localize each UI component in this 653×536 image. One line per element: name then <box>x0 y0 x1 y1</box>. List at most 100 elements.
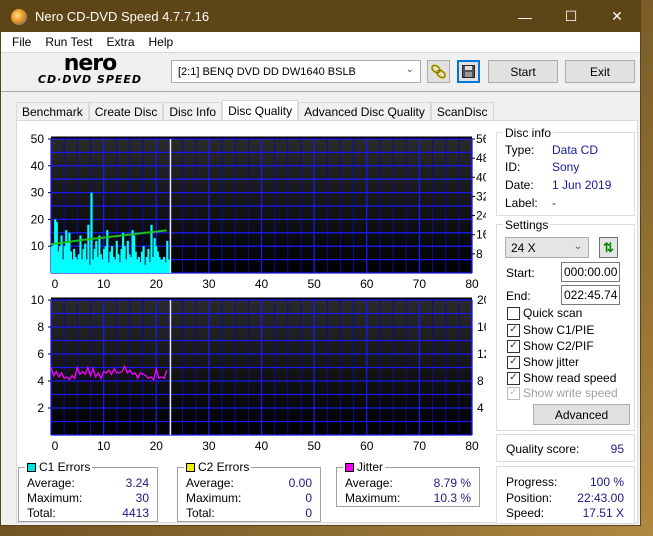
end-time-input[interactable]: 022:45.74 <box>561 285 620 305</box>
menu-help[interactable]: Help <box>142 35 181 49</box>
tab-benchmark[interactable]: Benchmark <box>16 102 89 121</box>
checkbox-label: Show C2/PIF <box>523 339 594 353</box>
c2-errors-title: C2 Errors <box>184 460 252 474</box>
start-button[interactable]: Start <box>488 60 558 83</box>
drive-config-button[interactable] <box>427 60 450 83</box>
toolbar: nero CD·DVD SPEED [2:1] BENQ DVD DD DW16… <box>1 52 640 92</box>
jitter-chart-y2-tick-label: 16 <box>477 320 486 334</box>
disc-label-label: Label: <box>505 196 538 210</box>
disc-id-label: ID: <box>505 160 521 174</box>
tab-create-disc[interactable]: Create Disc <box>88 102 164 121</box>
checkmark-icon[interactable]: ✓ <box>507 323 520 337</box>
jitter-average-value: 8.79 % <box>433 476 471 490</box>
checkbox-box[interactable] <box>507 306 520 320</box>
c1-chart-y-tick-label: 30 <box>31 186 45 200</box>
tab-disc-quality[interactable]: Disc Quality <box>222 100 299 121</box>
chain-link-icon <box>430 64 447 79</box>
checkmark-icon[interactable]: ✓ <box>507 355 520 369</box>
jitter-chart-y2-tick-label: 4 <box>477 401 484 415</box>
advanced-button[interactable]: Advanced <box>533 404 630 425</box>
jitter-chart-y2-tick-label: 12 <box>477 347 486 361</box>
checkmark-icon[interactable]: ✓ <box>507 339 520 353</box>
disc-type-value: Data CD <box>552 143 599 157</box>
c1-chart-y2-tick-label: 16 <box>476 228 486 242</box>
jitter-color-swatch <box>345 462 354 472</box>
c1-chart-y-tick-label: 10 <box>31 239 45 253</box>
c1-maximum-value: 30 <box>135 491 149 505</box>
c1-errors-title: C1 Errors <box>25 460 93 474</box>
show-jitter-checkbox[interactable]: ✓ Show jitter <box>507 355 579 369</box>
jitter-chart-x-tick-label: 80 <box>465 439 479 453</box>
jitter-chart-x-tick-label: 30 <box>202 439 216 453</box>
disc-date-label: Date: <box>505 178 534 192</box>
c1-chart-x-tick-label: 10 <box>97 277 111 291</box>
logo-sub-text: CD·DVD SPEED <box>37 73 143 86</box>
checkbox-label: Quick scan <box>523 306 583 320</box>
jitter-chart-y2-tick-label: 8 <box>477 374 484 388</box>
floppy-disk-icon <box>462 65 475 78</box>
c1-errors-group: C1 Errors Average: 3.24 Maximum: 30 Total:… <box>18 460 158 522</box>
c1-title-text: C1 Errors <box>39 460 91 474</box>
start-time-input[interactable]: 000:00.00 <box>561 262 620 282</box>
menu-file[interactable]: File <box>5 35 38 49</box>
position-value: 22:43.00 <box>577 491 624 505</box>
show-read-speed-checkbox[interactable]: ✓ Show read speed <box>507 371 616 385</box>
save-button[interactable] <box>457 60 480 83</box>
c1-chart-y-tick-label: 40 <box>31 159 45 173</box>
jitter-chart-x-tick-label: 40 <box>255 439 269 453</box>
c2-total-label: Total: <box>186 506 215 520</box>
refresh-icon: ⇅ <box>603 239 614 255</box>
c1-chart-y2-tick-label: 40 <box>476 170 486 184</box>
checkmark-icon: ✓ <box>507 386 520 400</box>
refresh-button[interactable]: ⇅ <box>599 237 618 258</box>
jitter-average-label: Average: <box>345 476 393 490</box>
speed-select[interactable]: 24 X ⌄ <box>505 237 589 258</box>
c1-chart-x-tick-label: 30 <box>202 277 216 291</box>
checkbox-label: Show write speed <box>523 386 618 400</box>
settings-title: Settings <box>503 218 551 232</box>
window-title: Nero CD-DVD Speed 4.7.7.16 <box>35 9 210 24</box>
jitter-chart-x-tick-label: 10 <box>97 439 111 453</box>
disc-date-value: 1 Jun 2019 <box>552 178 612 192</box>
nero-logo: nero CD·DVD SPEED <box>15 53 165 91</box>
disc-id-value: Sony <box>552 160 580 174</box>
tab-disc-info[interactable]: Disc Info <box>163 102 223 121</box>
tab-strip: Benchmark Create Disc Disc Info Disc Qua… <box>16 100 494 121</box>
speed-select-value: 24 X <box>511 240 536 255</box>
quick-scan-checkbox[interactable]: Quick scan <box>507 306 582 320</box>
tab-scandisc[interactable]: ScanDisc <box>430 102 494 121</box>
jitter-chart-x-tick-label: 50 <box>307 439 321 453</box>
jitter-chart-y-tick-label: 6 <box>37 347 44 361</box>
c2-title-text: C2 Errors <box>198 460 250 474</box>
jitter-chart-y-tick-label: 4 <box>37 374 44 388</box>
checkmark-icon[interactable]: ✓ <box>507 371 520 385</box>
disc-label-row: Label: - <box>505 196 556 210</box>
c1-chart-y2-tick-label: 48 <box>476 151 486 165</box>
c1-maximum-label: Maximum: <box>27 491 83 505</box>
maximize-button[interactable]: ☐ <box>548 1 594 32</box>
show-c1-checkbox[interactable]: ✓ Show C1/PIE <box>507 323 594 337</box>
show-c2-checkbox[interactable]: ✓ Show C2/PIF <box>507 339 594 353</box>
jitter-chart-x-tick-label: 0 <box>52 439 59 453</box>
disc-info-group: Disc info Type: Data CD ID: Sony Date: 1… <box>496 126 635 216</box>
disc-label-value: - <box>552 196 556 210</box>
close-button[interactable]: ✕ <box>594 1 640 32</box>
tab-advanced-disc-quality[interactable]: Advanced Disc Quality <box>298 102 431 121</box>
c2-maximum-label: Maximum: <box>186 491 242 505</box>
c1-chart-y2-tick-label: 24 <box>476 209 486 223</box>
menu-run-test[interactable]: Run Test <box>38 35 99 49</box>
menu-extra[interactable]: Extra <box>99 35 141 49</box>
c1-chart-x-tick-label: 0 <box>52 277 59 291</box>
exit-button[interactable]: Exit <box>565 60 635 83</box>
c1-chart-y-tick-label: 20 <box>31 212 45 226</box>
quality-score-label: Quality score: <box>506 442 580 456</box>
jitter-chart-y-tick-label: 8 <box>37 320 44 334</box>
settings-group: Settings 24 X ⌄ ⇅ Start: 000:00.00 End: … <box>496 218 635 431</box>
progress-label: Progress: <box>506 475 558 489</box>
drive-select[interactable]: [2:1] BENQ DVD DD DW1640 BSLB ⌄ <box>171 60 421 83</box>
end-label: End: <box>506 289 531 303</box>
minimize-button[interactable]: — <box>502 1 548 32</box>
c2-color-swatch <box>186 462 195 472</box>
charts-area: 1020304050816243240485601020304050607080… <box>31 132 486 453</box>
checkbox-label: Show jitter <box>523 355 580 369</box>
